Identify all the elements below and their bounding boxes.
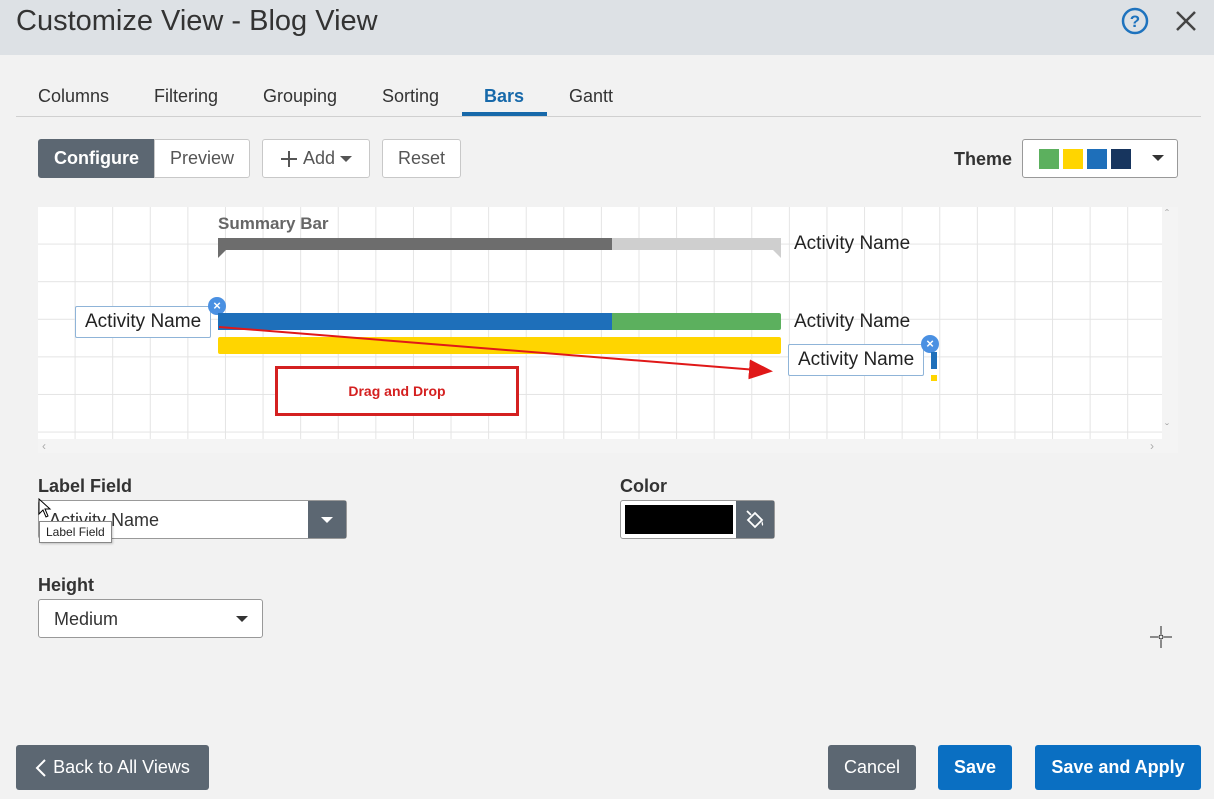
- dialog-title: Customize View - Blog View: [16, 5, 378, 37]
- bar-left-label-chip[interactable]: Activity Name: [75, 306, 212, 338]
- color-preview: [625, 505, 733, 534]
- tab-bars[interactable]: Bars: [484, 86, 524, 107]
- preview-button[interactable]: Preview: [154, 139, 250, 178]
- mouse-cursor-icon: [38, 498, 52, 518]
- active-tab-indicator: [462, 112, 547, 116]
- label-field-tooltip: Label Field: [39, 521, 112, 543]
- caret-down-icon: [1152, 155, 1164, 161]
- summary-bar-left-cap: [218, 249, 227, 258]
- summary-bar-right-cap: [772, 249, 781, 258]
- configure-button[interactable]: Configure: [38, 139, 155, 178]
- theme-swatch-blue: [1087, 149, 1107, 169]
- height-label: Height: [38, 575, 94, 595]
- dialog-header: Customize View - Blog View ?: [0, 0, 1214, 55]
- caret-down-icon: [236, 616, 248, 622]
- summary-right-label[interactable]: Activity Name: [794, 233, 910, 255]
- caret-down-icon: [340, 155, 353, 162]
- theme-label: Theme: [954, 149, 1013, 169]
- add-button[interactable]: Add: [262, 139, 370, 178]
- help-circle-icon[interactable]: ?: [1121, 7, 1149, 35]
- color-picker[interactable]: [620, 500, 775, 539]
- close-icon[interactable]: [1172, 7, 1200, 35]
- summary-bar-label: Summary Bar: [218, 214, 329, 233]
- tab-sorting[interactable]: Sorting: [382, 86, 439, 107]
- bar-stub-blue: [931, 352, 937, 369]
- theme-swatch-yellow: [1063, 149, 1083, 169]
- add-button-label: Add: [302, 148, 336, 168]
- scroll-left-icon[interactable]: ‹: [42, 439, 46, 453]
- svg-text:?: ?: [1130, 12, 1140, 31]
- height-value: Medium: [54, 609, 119, 629]
- chevron-left-icon: [35, 758, 46, 777]
- remove-dragged-label-icon[interactable]: ×: [921, 335, 939, 353]
- height-select[interactable]: Medium: [38, 599, 263, 638]
- tab-filtering[interactable]: Filtering: [154, 86, 218, 107]
- tab-columns[interactable]: Columns: [38, 86, 109, 107]
- crosshair-cursor-icon: [1150, 626, 1172, 648]
- paint-bucket-icon[interactable]: [736, 501, 774, 538]
- canvas-horizontal-scrollbar[interactable]: ‹ ›: [38, 439, 1178, 453]
- back-to-all-views-button[interactable]: Back to All Views: [16, 745, 209, 790]
- theme-select[interactable]: [1022, 139, 1178, 178]
- tab-grouping[interactable]: Grouping: [263, 86, 337, 107]
- color-label: Color: [620, 476, 667, 496]
- cancel-button[interactable]: Cancel: [828, 745, 916, 790]
- theme-swatch-green: [1039, 149, 1059, 169]
- save-and-apply-button[interactable]: Save and Apply: [1035, 745, 1201, 790]
- scroll-up-icon[interactable]: ˆ: [1165, 207, 1169, 221]
- bar-right-label[interactable]: Activity Name: [794, 311, 910, 333]
- tab-bar: Columns Filtering Grouping Sorting Bars …: [16, 80, 1201, 117]
- drag-and-drop-annotation: Drag and Drop: [275, 366, 519, 416]
- back-button-label: Back to All Views: [53, 757, 190, 777]
- theme-swatch-navy: [1111, 149, 1131, 169]
- scroll-down-icon[interactable]: ˇ: [1165, 421, 1169, 435]
- save-button[interactable]: Save: [938, 745, 1012, 790]
- scroll-right-icon[interactable]: ›: [1150, 439, 1154, 453]
- summary-bar-remaining[interactable]: [612, 238, 781, 250]
- reset-button[interactable]: Reset: [382, 139, 461, 178]
- label-field-label: Label Field: [38, 476, 133, 496]
- dragged-label-chip[interactable]: Activity Name: [788, 344, 925, 376]
- plus-icon: [280, 150, 297, 167]
- canvas-vertical-scrollbar[interactable]: ˆ ˇ: [1162, 207, 1178, 439]
- bar-stub-yellow: [931, 375, 937, 381]
- caret-down-icon: [308, 501, 346, 538]
- tab-gantt[interactable]: Gantt: [569, 86, 613, 107]
- summary-bar-progress[interactable]: [218, 238, 612, 250]
